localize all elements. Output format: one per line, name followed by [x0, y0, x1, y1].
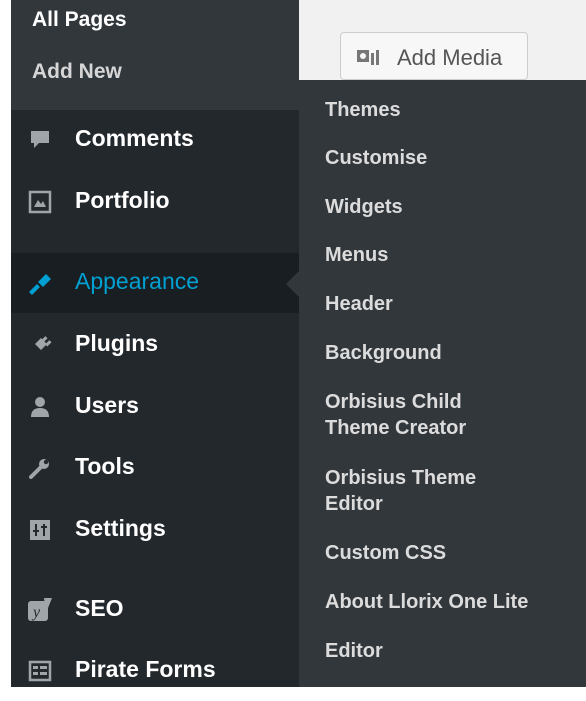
flyout-item-menus[interactable]: Menus — [325, 242, 580, 268]
user-icon — [27, 394, 53, 420]
menu-item-label: Portfolio — [75, 187, 170, 213]
menu-item-label: Plugins — [75, 330, 159, 356]
menu-item-settings[interactable]: Settings — [11, 500, 299, 560]
settings-icon — [27, 517, 53, 543]
submenu-item-all-pages[interactable]: All Pages — [32, 8, 127, 32]
flyout-item-orbisius-child-theme-creator[interactable]: Orbisius Child Theme Creator — [325, 389, 505, 441]
menu-item-label: Comments — [75, 125, 194, 151]
flyout-item-orbisius-theme-editor[interactable]: Orbisius Theme Editor — [325, 465, 505, 517]
yoast-icon: y — [27, 597, 53, 623]
appearance-flyout-menu: Themes Customise Widgets Menus Header Ba… — [299, 80, 586, 687]
flyout-pointer — [286, 270, 300, 298]
menu-item-users[interactable]: Users — [11, 377, 299, 437]
portfolio-icon — [27, 189, 53, 215]
menu-item-plugins[interactable]: Plugins — [11, 315, 299, 375]
menu-item-label: Pirate Forms — [75, 656, 216, 682]
svg-text:y: y — [31, 604, 41, 621]
comment-icon — [27, 127, 53, 153]
add-media-label: Add Media — [397, 45, 503, 70]
menu-item-appearance[interactable]: Appearance — [11, 253, 299, 313]
menu-item-label: Tools — [75, 453, 135, 479]
menu-item-label: Appearance — [75, 268, 200, 294]
pages-submenu: All Pages Add New — [11, 0, 299, 110]
form-icon — [27, 658, 53, 684]
menu-item-comments[interactable]: Comments — [11, 110, 299, 170]
plugin-icon — [27, 332, 53, 358]
menu-item-label: Users — [75, 392, 139, 418]
flyout-item-custom-css[interactable]: Custom CSS — [325, 540, 580, 566]
page-edge — [0, 0, 11, 687]
flyout-item-editor[interactable]: Editor — [325, 638, 580, 664]
submenu-item-add-new[interactable]: Add New — [32, 60, 122, 84]
add-media-button[interactable]: Add Media — [340, 32, 528, 80]
media-icon — [355, 46, 385, 68]
menu-item-pirate-forms[interactable]: Pirate Forms — [11, 641, 299, 701]
menu-item-label: Settings — [75, 515, 166, 541]
flyout-item-header[interactable]: Header — [325, 291, 580, 317]
paintbrush-icon — [27, 270, 53, 296]
flyout-item-about-llorix-one-lite[interactable]: About Llorix One Lite — [325, 589, 580, 615]
flyout-item-customise[interactable]: Customise — [325, 145, 580, 171]
menu-item-portfolio[interactable]: Portfolio — [11, 172, 299, 232]
flyout-item-themes[interactable]: Themes — [325, 97, 580, 123]
menu-item-label: SEO — [75, 595, 124, 621]
menu-item-tools[interactable]: Tools — [11, 438, 299, 498]
flyout-item-widgets[interactable]: Widgets — [325, 194, 580, 220]
menu-item-seo[interactable]: y SEO — [11, 580, 299, 640]
wrench-icon — [27, 455, 53, 481]
flyout-item-background[interactable]: Background — [325, 340, 580, 366]
